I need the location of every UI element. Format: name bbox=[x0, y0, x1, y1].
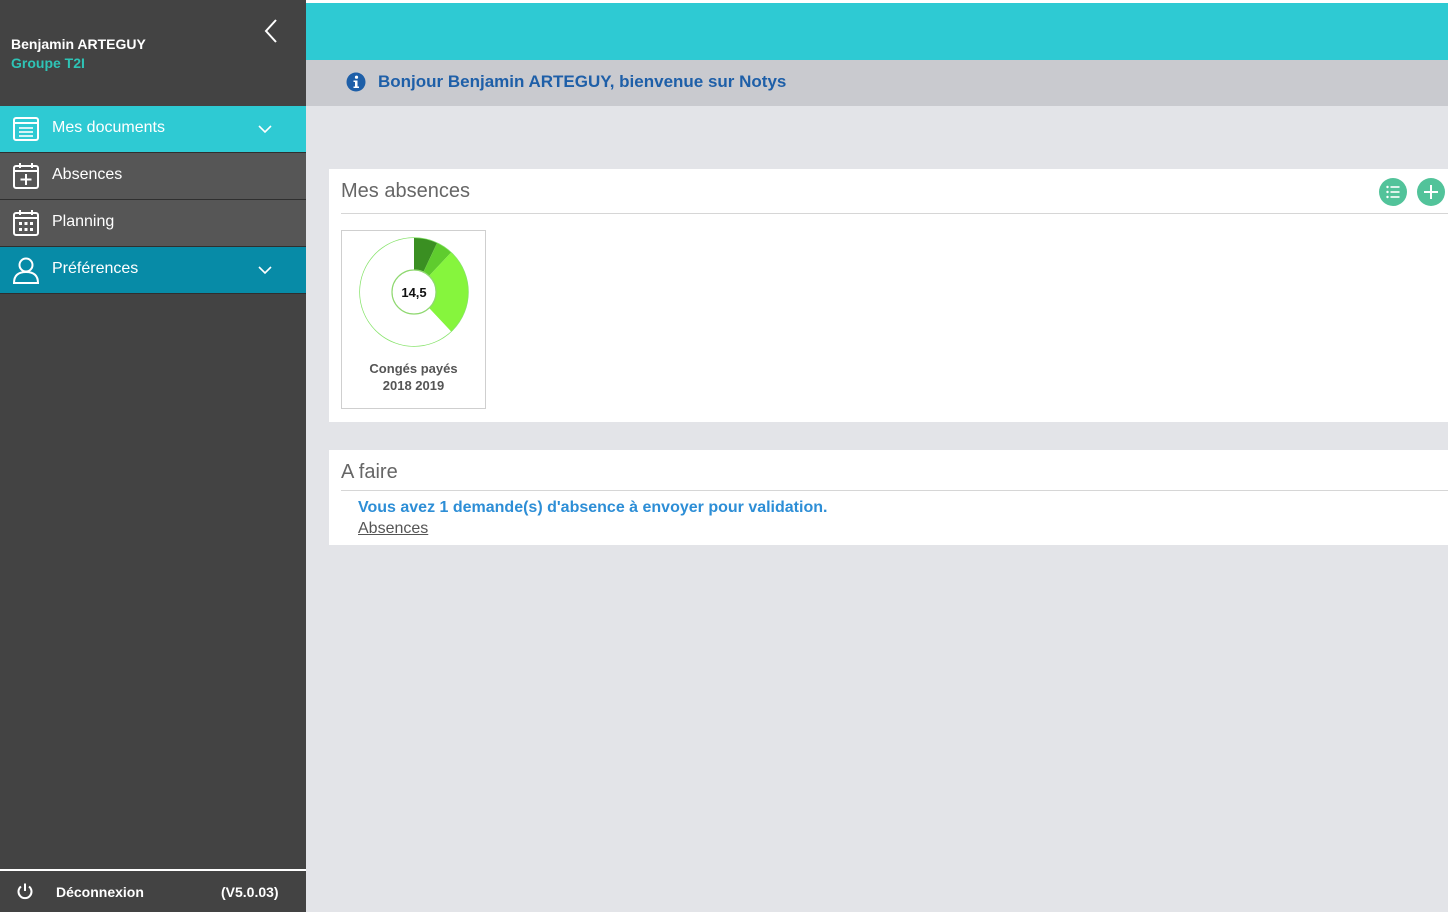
list-icon bbox=[1386, 185, 1400, 199]
user-block: Benjamin ARTEGUY Groupe T2I bbox=[0, 0, 306, 106]
welcome-message: Bonjour Benjamin ARTEGUY, bienvenue sur … bbox=[378, 72, 787, 91]
sidebar-item-planning[interactable]: Planning bbox=[0, 200, 306, 247]
calendar-plus-icon bbox=[13, 163, 39, 189]
conges-payes-tile[interactable]: 14,5 Congés payés 2018 2019 bbox=[341, 230, 486, 409]
sidebar-item-label: Absences bbox=[52, 166, 123, 183]
sidebar-item-label: Préférences bbox=[52, 260, 139, 277]
chevron-down-icon bbox=[258, 125, 272, 134]
sidebar-footer: Déconnexion (V5.0.03) bbox=[0, 869, 306, 912]
add-absence-button[interactable] bbox=[1417, 178, 1445, 206]
sidebar-nav: Mes documents Absences Planning Préféren… bbox=[0, 106, 306, 294]
sidebar-item-label: Planning bbox=[52, 213, 115, 230]
tile-label: Congés payés bbox=[369, 361, 458, 376]
logout-button[interactable]: Déconnexion bbox=[56, 884, 144, 900]
top-header-bar bbox=[306, 3, 1448, 60]
card-title: A faire bbox=[341, 461, 398, 483]
user-icon bbox=[12, 257, 40, 284]
sidebar-item-absences[interactable]: Absences bbox=[0, 153, 306, 200]
document-list-icon bbox=[13, 117, 39, 141]
card-divider bbox=[341, 213, 1448, 214]
welcome-banner: Bonjour Benjamin ARTEGUY, bienvenue sur … bbox=[306, 60, 1448, 106]
user-name: Benjamin ARTEGUY bbox=[11, 36, 146, 52]
chevron-down-icon bbox=[258, 266, 272, 275]
absences-link[interactable]: Absences bbox=[358, 520, 428, 538]
app-version: (V5.0.03) bbox=[221, 884, 279, 900]
chevron-left-icon bbox=[264, 19, 277, 43]
card-divider bbox=[341, 490, 1448, 491]
power-icon[interactable] bbox=[16, 882, 34, 900]
sidebar-item-preferences[interactable]: Préférences bbox=[0, 247, 306, 294]
info-icon bbox=[346, 72, 366, 92]
sidebar-item-label: Mes documents bbox=[52, 119, 165, 136]
card-title: Mes absences bbox=[341, 180, 470, 202]
absences-card: Mes absences 14,5 Congés payés 2018 2019 bbox=[329, 169, 1448, 422]
absence-donut-chart: 14,5 bbox=[359, 237, 469, 347]
collapse-sidebar-button[interactable] bbox=[258, 16, 284, 46]
todo-card: A faire Vous avez 1 demande(s) d'absence… bbox=[329, 450, 1448, 545]
calendar-grid-icon bbox=[13, 210, 39, 236]
donut-center-value: 14,5 bbox=[401, 285, 426, 300]
sidebar-item-mes-documents[interactable]: Mes documents bbox=[0, 106, 306, 153]
sidebar: Benjamin ARTEGUY Groupe T2I Mes document… bbox=[0, 0, 306, 912]
plus-icon bbox=[1424, 185, 1438, 199]
todo-message: Vous avez 1 demande(s) d'absence à envoy… bbox=[358, 499, 828, 516]
user-group: Groupe T2I bbox=[11, 55, 85, 71]
tile-period: 2018 2019 bbox=[382, 378, 445, 393]
list-view-button[interactable] bbox=[1379, 178, 1407, 206]
